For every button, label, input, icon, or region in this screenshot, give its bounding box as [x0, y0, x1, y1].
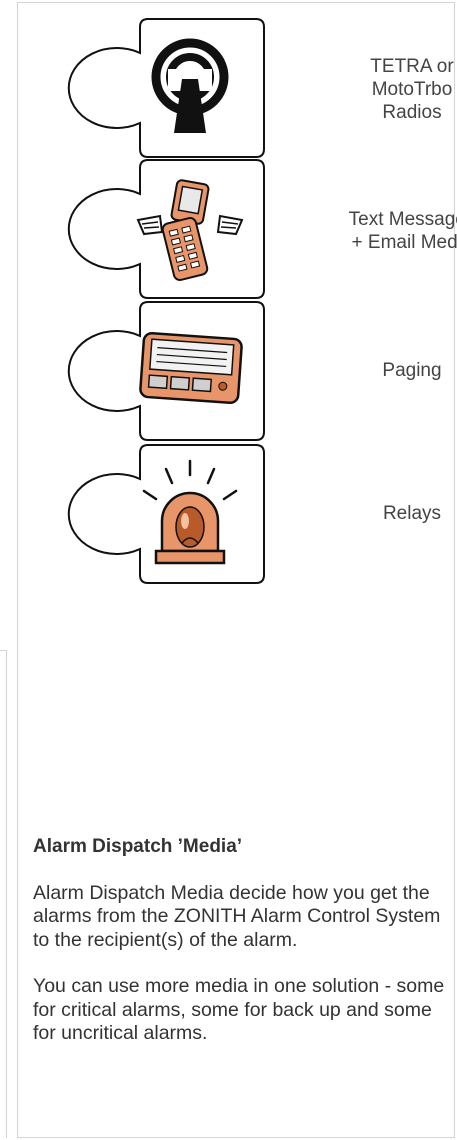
winged-phone-icon	[136, 179, 244, 281]
section-heading: Alarm Dispatch ’Media’	[33, 836, 243, 857]
radio-tower-icon	[151, 38, 229, 133]
pager-icon	[139, 331, 243, 405]
page: TETRA or MotoTrbo Radios Text Messages +…	[0, 0, 457, 1140]
paragraph-usage: You can use more media in one solution -…	[33, 975, 445, 1044]
media-description: Alarm Dispatch ’Media’ Alarm Dispatch Me…	[33, 835, 445, 1069]
paragraph-intro: Alarm Dispatch Media decide how you get …	[33, 881, 441, 951]
piece-label-radios: TETRA or MotoTrbo Radios	[370, 56, 454, 123]
piece-label-relays: Relays	[382, 503, 442, 524]
puzzle-piece-relays: Relays	[60, 444, 441, 584]
piece-label-paging: Paging	[382, 360, 442, 381]
puzzle-piece-text-messages: Text Messages + Email Media	[60, 159, 457, 299]
puzzle-piece-paging: Paging	[60, 301, 442, 441]
puzzle-piece-radios: TETRA or MotoTrbo Radios	[60, 18, 454, 158]
alarm-light-icon	[142, 459, 238, 565]
left-column-frame	[0, 650, 7, 1138]
piece-label-text-messages: Text Messages + Email Media	[348, 209, 457, 253]
